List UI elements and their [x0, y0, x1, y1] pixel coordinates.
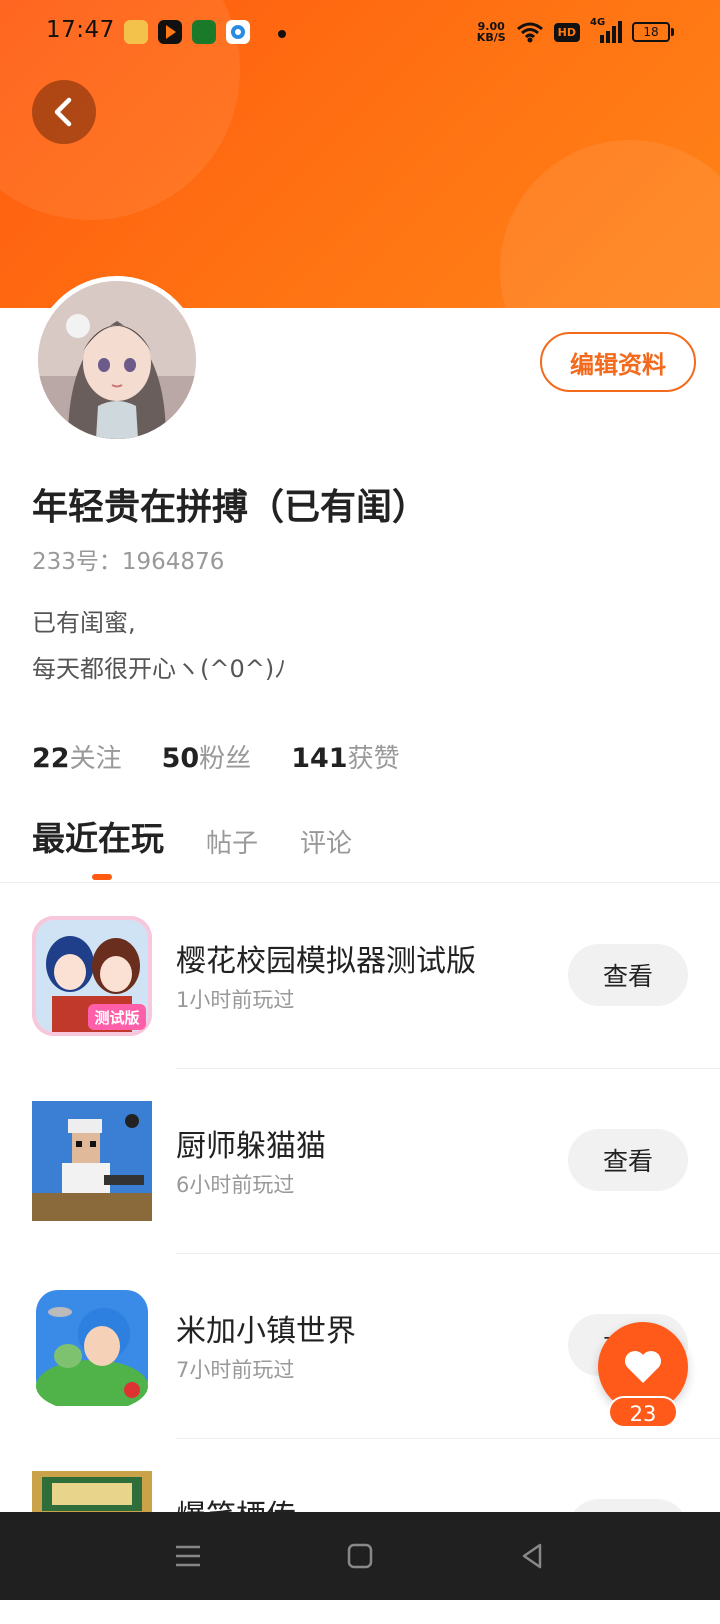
hd-icon: HD	[553, 22, 580, 42]
home-icon[interactable]	[342, 1538, 378, 1574]
stat-following[interactable]: 22关注	[32, 738, 122, 775]
like-count-badge: 23	[608, 1396, 678, 1428]
stat-followers[interactable]: 50粉丝	[162, 738, 252, 775]
chevron-left-icon	[54, 97, 72, 127]
stat-label: 获赞	[347, 744, 400, 774]
last-played-time: 1小时前玩过	[176, 988, 295, 1012]
notification-app-icon	[158, 20, 182, 44]
game-icon: 测试版	[32, 916, 152, 1036]
game-icon-badge: 测试版	[94, 1009, 139, 1027]
bio-line: 每天都很开心ヽ(^0^)ﾉ	[32, 655, 287, 683]
stat-label: 关注	[69, 744, 122, 774]
game-list-item[interactable]: 厨师躲猫猫 6小时前玩过 查看	[0, 1069, 720, 1254]
status-bar: 17:47 9.00 KB/S HD 4G 18	[0, 0, 720, 64]
more-notifications-dot	[278, 30, 286, 38]
banner-decoration	[500, 140, 720, 308]
last-played-time: 7小时前玩过	[176, 1358, 295, 1382]
view-game-button[interactable]: 查看	[568, 944, 688, 1006]
network-speed-unit: KB/S	[476, 31, 506, 44]
avatar-image	[38, 281, 196, 439]
notification-app-icon	[124, 20, 148, 44]
status-time: 17:47	[46, 17, 115, 43]
stat-number: 141	[291, 743, 348, 774]
profile-tabs: 最近在玩 帖子 评论	[32, 812, 352, 860]
stat-label: 粉丝	[199, 744, 252, 774]
stat-number: 22	[32, 743, 70, 774]
edit-profile-button[interactable]: 编辑资料	[540, 332, 696, 392]
user-id: 233号：1964876	[32, 549, 225, 575]
battery-icon: 18	[632, 22, 674, 42]
game-list-item[interactable]: 测试版 樱花校园模拟器测试版 1小时前玩过 查看	[0, 884, 720, 1069]
profile-stats: 22关注 50粉丝 141获赞	[32, 738, 400, 775]
avatar[interactable]	[33, 276, 201, 444]
game-icon	[32, 1101, 152, 1221]
back-nav-icon[interactable]	[514, 1538, 550, 1574]
view-game-button[interactable]: 查看	[568, 1129, 688, 1191]
network-speed: 9.00 KB/S	[477, 21, 506, 43]
heart-icon	[625, 1351, 661, 1383]
game-name: 樱花校园模拟器测试版	[176, 944, 476, 979]
divider	[0, 882, 720, 883]
back-button[interactable]	[32, 80, 96, 144]
game-icon	[32, 1286, 152, 1406]
stat-likes[interactable]: 141获赞	[291, 738, 399, 775]
active-tab-indicator	[92, 874, 112, 880]
last-played-time: 6小时前玩过	[176, 1173, 295, 1197]
bio-line: 已有闺蜜,	[32, 609, 136, 637]
tab-posts[interactable]: 帖子	[206, 823, 258, 860]
tab-comments[interactable]: 评论	[300, 823, 352, 860]
username: 年轻贵在拼搏（已有闺）	[32, 487, 429, 528]
tab-recently-played[interactable]: 最近在玩	[32, 812, 164, 860]
stat-number: 50	[161, 743, 200, 774]
game-name: 厨师躲猫猫	[176, 1129, 326, 1164]
wifi-icon	[516, 22, 543, 43]
system-navigation-bar	[0, 1512, 720, 1600]
notification-app-icon	[226, 20, 250, 44]
cellular-signal-icon: 4G	[590, 17, 622, 45]
status-indicators: 9.00 KB/S HD 4G 18	[477, 17, 674, 46]
menu-icon[interactable]	[170, 1538, 206, 1574]
notification-app-icon	[192, 20, 216, 44]
game-name: 米加小镇世界	[176, 1314, 356, 1349]
bio: 已有闺蜜, 每天都很开心ヽ(^0^)ﾉ	[32, 600, 286, 692]
